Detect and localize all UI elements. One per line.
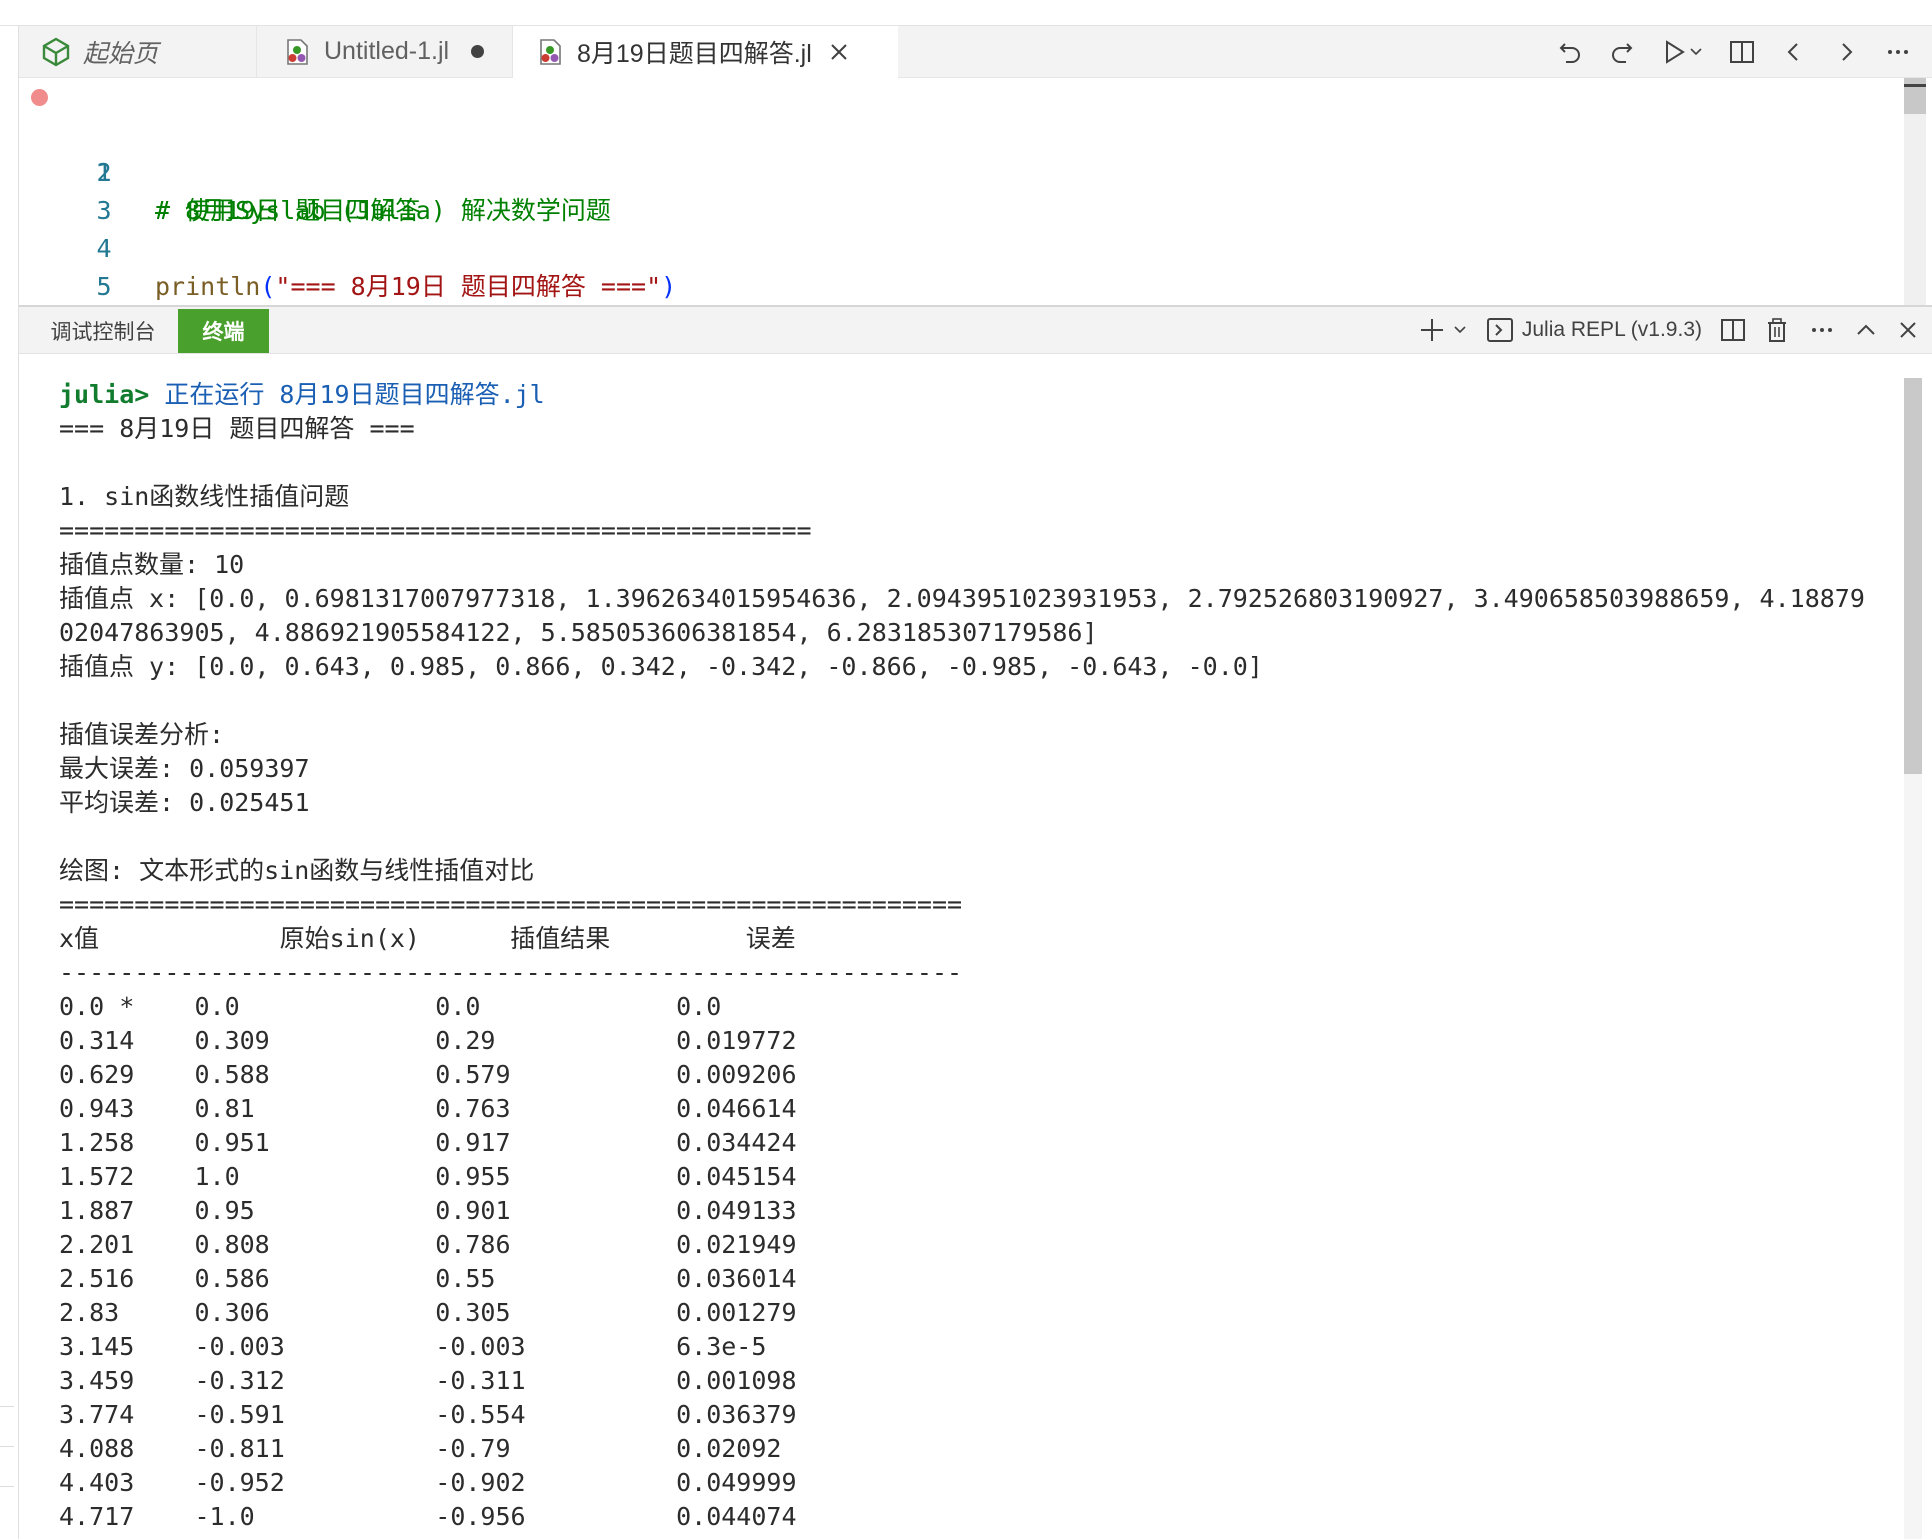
split-editor-button[interactable] xyxy=(1722,32,1762,72)
tab-label: 起始页 xyxy=(83,39,159,68)
terminal-output[interactable]: julia> 正在运行 8月19日题目四解答.jl === 8月19日 题目四解… xyxy=(19,354,1932,1539)
start-page-icon xyxy=(42,37,70,66)
more-actions-button[interactable] xyxy=(1878,32,1918,72)
scrollbar-thumb[interactable] xyxy=(1904,378,1922,774)
julia-prompt: julia> xyxy=(59,380,150,409)
play-icon xyxy=(1666,39,1685,64)
terminal-line: 平均误差: 0.025451 xyxy=(59,788,310,817)
code-line[interactable]: 2 # 使用Syslab (Julia) 解决数学问题 xyxy=(19,116,1899,225)
terminal-line: ========================================… xyxy=(59,890,963,919)
chevron-up-icon xyxy=(1857,324,1875,335)
ellipsis-icon xyxy=(1888,49,1908,54)
split-terminal-icon xyxy=(1721,319,1745,341)
close-icon xyxy=(1900,322,1916,338)
terminal-table-row: 0.943 0.81 0.763 0.046614 xyxy=(59,1094,797,1123)
code-line[interactable]: 5 println() xyxy=(19,230,1899,339)
code-line[interactable]: 3 xyxy=(19,154,1899,225)
julia-file-icon xyxy=(540,39,561,65)
split-terminal-button[interactable] xyxy=(1720,310,1746,350)
tab-start-page[interactable]: 起始页 xyxy=(19,26,257,77)
navigate-back-button[interactable] xyxy=(1774,32,1814,72)
unsaved-dot-icon[interactable] xyxy=(471,45,485,58)
panel-tab-bar: 调试控制台 终端 Julia REPL (v1.9.3) xyxy=(19,307,1932,354)
chevron-down-icon xyxy=(1454,326,1466,334)
panel-actions: Julia REPL (v1.9.3) xyxy=(1400,307,1920,353)
undo-icon xyxy=(1559,42,1580,63)
editor-tab-bar: 起始页 Untitled-1.jl 8月19日题目四解答.jl xyxy=(19,26,1932,78)
terminal-table-row: 1.887 0.95 0.901 0.049133 xyxy=(59,1196,797,1225)
trash-icon xyxy=(1768,318,1786,342)
terminal-selector[interactable]: Julia REPL (v1.9.3) xyxy=(1486,310,1702,350)
repl-label: Julia REPL (v1.9.3) xyxy=(1521,318,1702,341)
julia-file-icon xyxy=(287,38,308,65)
terminal-table-row: 0.629 0.588 0.579 0.009206 xyxy=(59,1060,797,1089)
close-icon[interactable] xyxy=(828,41,850,63)
terminal-line: 插值点数量: 10 xyxy=(59,550,245,579)
editor-actions xyxy=(1538,26,1918,77)
terminal-table-row: 2.516 0.586 0.55 0.036014 xyxy=(59,1264,797,1293)
split-editor-icon xyxy=(1730,40,1754,63)
terminal-table-row: 4.717 -1.0 -0.956 0.044074 xyxy=(59,1502,797,1531)
rail-divider xyxy=(0,1446,14,1447)
kill-terminal-button[interactable] xyxy=(1764,310,1790,350)
new-terminal-button[interactable] xyxy=(1418,310,1468,350)
activity-rail xyxy=(0,26,19,1539)
terminal-line: 插值误差分析: xyxy=(59,720,225,749)
close-panel-button[interactable] xyxy=(1896,310,1920,350)
rail-divider xyxy=(0,1406,14,1407)
code-editor[interactable]: 1 # 8月19日 题目四解答 2 # 使用Syslab (Julia) 解决数… xyxy=(19,78,1932,339)
terminal-table-row: 3.774 -0.591 -0.554 0.036379 xyxy=(59,1400,797,1429)
run-button[interactable] xyxy=(1654,32,1710,72)
run-message: 正在运行 8月19日题目四解答.jl xyxy=(149,380,545,409)
terminal-table-row: 1.258 0.951 0.917 0.034424 xyxy=(59,1128,797,1157)
terminal-line: 插值点 x: [0.0, 0.6981317007977318, 1.39626… xyxy=(59,584,1865,613)
terminal-table-row: 0.0 * 0.0 0.0 0.0 xyxy=(59,992,722,1021)
terminal-prompt-line: julia> 正在运行 8月19日题目四解答.jl xyxy=(59,378,545,412)
panel-more-button[interactable] xyxy=(1808,310,1836,350)
terminal-table-row: 2.83 0.306 0.305 0.001279 xyxy=(59,1298,797,1327)
terminal-line: 插值点 y: [0.0, 0.643, 0.985, 0.866, 0.342,… xyxy=(59,652,1263,681)
navigate-forward-button[interactable] xyxy=(1826,32,1866,72)
terminal-table-row: 2.201 0.808 0.786 0.021949 xyxy=(59,1230,797,1259)
terminal-line: ========================================… xyxy=(59,516,812,545)
terminal-line: 绘图: 文本形式的sin函数与线性插值对比 xyxy=(59,856,535,885)
terminal-table-row: 1.572 1.0 0.955 0.045154 xyxy=(59,1162,797,1191)
window-top-strip xyxy=(0,0,1932,26)
plus-icon xyxy=(1420,319,1443,341)
undo-button[interactable] xyxy=(1550,32,1590,72)
code-line[interactable]: 6 xyxy=(19,268,1899,339)
redo-icon xyxy=(1612,42,1633,63)
ellipsis-icon xyxy=(1812,328,1832,332)
chevron-down-icon xyxy=(1690,47,1702,55)
cursor-marker xyxy=(1904,84,1926,87)
tab-terminal[interactable]: 终端 xyxy=(178,309,269,353)
code-line[interactable]: 4 println("=== 8月19日 题目四解答 ===") xyxy=(19,192,1899,301)
terminal-scrollbar[interactable] xyxy=(1904,378,1922,1539)
tab-active-file[interactable]: 8月19日题目四解答.jl xyxy=(513,26,898,78)
terminal-line: 最大误差: 0.059397 xyxy=(59,754,310,783)
terminal-table-header: x值 原始sin(x) 插值结果 误差 xyxy=(59,924,796,953)
terminal-table-row: 4.403 -0.952 -0.902 0.049999 xyxy=(59,1468,797,1497)
chevron-right-icon xyxy=(1842,42,1853,61)
tab-untitled-1[interactable]: Untitled-1.jl xyxy=(257,26,513,77)
tab-label: 8月19日题目四解答.jl xyxy=(577,40,812,68)
terminal-table-row: 4.088 -0.811 -0.79 0.02092 xyxy=(59,1434,782,1463)
tab-label: Untitled-1.jl xyxy=(324,37,450,65)
code-line[interactable]: 1 # 8月19日 题目四解答 xyxy=(19,78,1899,225)
terminal-line: ----------------------------------------… xyxy=(59,958,963,987)
terminal-line: 02047863905, 4.886921905584122, 5.585053… xyxy=(59,618,1098,647)
editor-scrollbar[interactable] xyxy=(1904,78,1926,305)
terminal-icon xyxy=(1486,318,1513,342)
terminal-line: 1. sin函数线性插值问题 xyxy=(59,482,350,511)
maximize-panel-button[interactable] xyxy=(1854,310,1878,350)
rail-divider xyxy=(0,1486,14,1487)
terminal-table-row: 0.314 0.309 0.29 0.019772 xyxy=(59,1026,797,1055)
breakpoint-icon[interactable] xyxy=(31,89,48,106)
terminal-line: === 8月19日 题目四解答 === xyxy=(59,414,415,443)
chevron-left-icon xyxy=(1787,42,1798,61)
terminal-table-row: 3.459 -0.312 -0.311 0.001098 xyxy=(59,1366,797,1395)
tab-debug-console[interactable]: 调试控制台 xyxy=(23,309,183,353)
terminal-table-row: 3.145 -0.003 -0.003 6.3e-5 xyxy=(59,1332,767,1361)
redo-button[interactable] xyxy=(1602,32,1642,72)
